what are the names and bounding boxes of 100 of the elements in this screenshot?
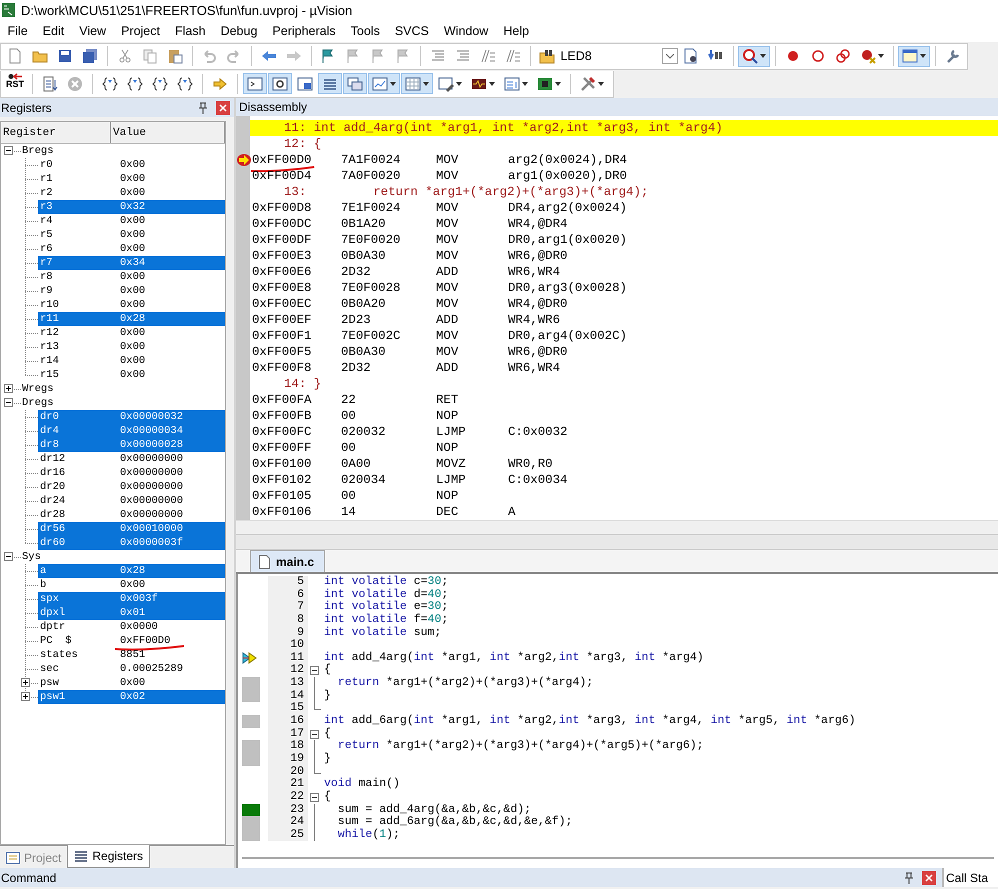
register-row[interactable]: r1 0x00 (38, 172, 225, 186)
register-row[interactable]: r7 0x34 (38, 256, 225, 270)
register-value: 0x28 (120, 565, 146, 577)
register-row[interactable]: r11 0x28 (38, 312, 225, 326)
cut-icon (116, 48, 133, 64)
caret-icon (456, 82, 462, 86)
panel-tab[interactable]: Registers (67, 845, 150, 868)
register-row[interactable]: dr0 0x00000032 (38, 410, 225, 424)
code-line: { (323, 664, 331, 678)
registers-window-button[interactable] (318, 73, 342, 94)
menu-item[interactable]: SVCS (387, 24, 436, 38)
register-name: dr56 (39, 523, 66, 535)
expand-icon[interactable] (21, 678, 30, 687)
call-stack-window-button[interactable] (343, 73, 367, 94)
register-row[interactable]: a 0x28 (38, 564, 225, 578)
close-icon[interactable] (216, 100, 230, 114)
register-row[interactable]: r13 0x00 (38, 340, 225, 354)
register-row[interactable]: dr4 0x00000034 (38, 424, 225, 438)
register-row[interactable]: r0 0x00 (38, 158, 225, 172)
reset-button[interactable]: RST (3, 73, 27, 94)
menu-item[interactable]: Debug (213, 24, 265, 38)
register-row[interactable]: r5 0x00 (38, 228, 225, 242)
register-row[interactable]: dr12 0x00000000 (38, 452, 225, 466)
register-name: r7 (39, 257, 54, 269)
register-row[interactable]: dptr 0x0000 (38, 620, 225, 634)
pin-icon[interactable] (904, 872, 914, 884)
step-into-icon (102, 76, 118, 92)
register-row[interactable]: dr24 0x00000000 (38, 494, 225, 508)
register-row[interactable]: r14 0x00 (38, 354, 225, 368)
register-row[interactable]: psw 0x00 (38, 676, 225, 690)
operand-cell: WR4,@DR0 (508, 296, 568, 312)
collapse-icon[interactable] (310, 666, 319, 676)
register-row[interactable]: r15 0x00 (38, 368, 225, 382)
collapse-icon[interactable] (310, 792, 319, 802)
menu-item[interactable]: View (72, 24, 114, 38)
menu-item[interactable]: Window (436, 24, 496, 38)
panel-tab[interactable]: Call Sta (942, 868, 998, 887)
opcode-cell: 22 (341, 392, 356, 408)
register-row[interactable]: psw1 0x02 (38, 690, 225, 704)
register-row[interactable]: dr60 0x0000003f (38, 536, 225, 550)
register-group[interactable]: Bregs (22, 145, 54, 157)
collapse-icon[interactable] (4, 552, 13, 561)
register-row[interactable]: dr16 0x00000000 (38, 466, 225, 480)
register-group[interactable]: Dregs (22, 397, 54, 409)
register-row[interactable]: sec 0.00025289 (38, 662, 225, 676)
register-group[interactable]: Wregs (22, 383, 54, 395)
menu-item[interactable]: Project (114, 24, 168, 38)
column-header[interactable]: Value (111, 122, 225, 143)
opcode-cell: 00 (341, 440, 356, 456)
expand-icon[interactable] (21, 692, 30, 701)
register-row[interactable]: dpxl 0x01 (38, 606, 225, 620)
menu-item[interactable]: Tools (343, 24, 388, 38)
serial-window-icon (438, 76, 454, 92)
code-line: int add_6arg(int *arg1, int *arg2,int *arg3, int *arg4, int *arg5, int *arg6) (323, 715, 856, 728)
window-layout-button[interactable] (898, 46, 930, 66)
register-row[interactable]: dr20 0x00000000 (38, 480, 225, 494)
register-row[interactable]: r9 0x00 (38, 284, 225, 298)
code-line: while(1); (336, 828, 400, 842)
register-value: 0x00000000 (120, 481, 184, 493)
breakpoint-clear-icon (860, 48, 876, 64)
pin-icon[interactable] (198, 102, 208, 114)
register-row[interactable]: r2 0x00 (38, 186, 225, 200)
collapse-icon[interactable] (4, 146, 13, 155)
menu-item[interactable]: File (0, 24, 36, 38)
register-row[interactable]: b 0x00 (38, 578, 225, 592)
register-row[interactable]: dr8 0x00000028 (38, 438, 225, 452)
panel-title: Disassembly (239, 100, 308, 114)
register-row[interactable]: r3 0x32 (38, 200, 225, 214)
disassembly-window-button[interactable] (268, 73, 292, 94)
memory-window-button[interactable] (401, 73, 433, 94)
register-row[interactable]: r8 0x00 (38, 270, 225, 284)
debug-magnifier-button[interactable] (738, 46, 770, 66)
collapse-icon[interactable] (4, 398, 13, 407)
menu-item[interactable]: Help (496, 24, 537, 38)
register-row[interactable]: spx 0x003f (38, 592, 225, 606)
register-row[interactable]: dr28 0x00000000 (38, 508, 225, 522)
mnemonic-cell: NOP (436, 440, 458, 456)
close-icon[interactable] (922, 870, 936, 884)
register-group[interactable]: Sys (22, 551, 41, 563)
register-row[interactable]: dr56 0x00010000 (38, 522, 225, 536)
command-window-button[interactable] (243, 73, 267, 94)
expand-icon[interactable] (4, 384, 13, 393)
register-name: r12 (39, 327, 60, 339)
mnemonic-cell: LJMP (436, 472, 466, 488)
register-row[interactable]: r12 0x00 (38, 326, 225, 340)
file-tab[interactable]: main.c (250, 550, 326, 572)
register-row[interactable]: r4 0x00 (38, 214, 225, 228)
target-select[interactable]: LED8 (560, 48, 678, 64)
register-row[interactable]: r10 0x00 (38, 298, 225, 312)
menu-item[interactable]: Edit (35, 24, 72, 38)
register-row[interactable]: PC $ 0xFF00D0 (38, 634, 225, 648)
menu-item[interactable]: Peripherals (264, 24, 344, 38)
address-cell: 0xFF00FB (252, 408, 312, 424)
collapse-icon[interactable] (310, 730, 319, 739)
register-row[interactable]: states 8851 (38, 648, 225, 662)
horizontal-scrollbar[interactable] (236, 848, 998, 868)
register-row[interactable]: r6 0x00 (38, 242, 225, 256)
column-header[interactable]: Register (1, 122, 111, 143)
menu-item[interactable]: Flash (167, 24, 214, 38)
watch-window-button[interactable] (368, 73, 400, 94)
